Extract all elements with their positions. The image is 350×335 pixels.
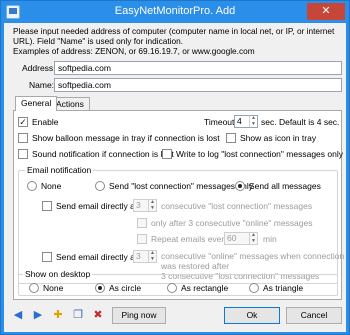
intro-line-1: Please input needed address of computer … (13, 26, 335, 46)
timeout-arrows-icon[interactable]: ▲ ▼ (249, 115, 257, 127)
email-none-label: None (41, 181, 62, 191)
repeat-spinner[interactable]: 60 ▲ ▼ (224, 232, 258, 245)
repeat-value: 60 (227, 233, 237, 243)
timeout-hint: sec. Default is 4 sec. (261, 117, 340, 127)
add-icon[interactable]: ✚ (50, 307, 66, 323)
intro-line-2: Examples of address: ZENON, or 69.16.19.… (13, 46, 255, 56)
write-log-label: Write to log "lost connection" messages … (176, 149, 343, 159)
only-after-label: only after 3 consecutive "online" messag… (151, 218, 313, 228)
repeat-label: Repeat emails every (151, 234, 229, 244)
send-after-restored-spinner[interactable]: 3 ▲ ▼ (133, 250, 157, 263)
cancel-button[interactable]: Cancel (286, 307, 342, 324)
tray-icon-checkbox[interactable] (226, 133, 236, 143)
address-label: Address: (22, 63, 56, 73)
send-after-restored-checkbox[interactable] (42, 252, 52, 262)
only-after-checkbox[interactable] (137, 218, 147, 228)
timeout-label: Timeout: (204, 117, 237, 127)
desktop-none-label: None (43, 283, 64, 293)
intro-text: Please input needed address of computer … (13, 26, 343, 56)
dialog-window: EasyNetMonitorPro. Add ✕ Please input ne… (0, 0, 350, 335)
timeout-value: 4 (237, 116, 242, 126)
repeat-arrows-icon[interactable]: ▲ ▼ (249, 232, 257, 244)
dialog-client: Please input needed address of computer … (4, 23, 346, 332)
desktop-triangle-radio[interactable] (249, 283, 259, 293)
desktop-circle-label: As circle (109, 283, 142, 293)
desktop-triangle-label: As triangle (263, 283, 304, 293)
general-tab-panel: ✓ Enable Timeout: 4 ▲ ▼ sec. Default is 4… (13, 110, 344, 300)
send-after-spinner[interactable]: 3 ▲ ▼ (133, 199, 157, 212)
enable-label: Enable (32, 117, 59, 127)
email-notification-group: Email notification None Send "lost conne… (18, 165, 344, 284)
window-title: EasyNetMonitorPro. Add (114, 5, 236, 17)
repeat-unit: min (263, 234, 277, 244)
send-after-value: 3 (136, 200, 141, 210)
restored-suffix-line-2: was restored after (161, 261, 230, 271)
timeout-spinner[interactable]: 4 ▲ ▼ (234, 115, 258, 128)
email-all-label: Send all messages (249, 181, 321, 191)
tab-general[interactable]: General (15, 96, 58, 111)
desktop-circle-radio[interactable] (95, 283, 105, 293)
name-input[interactable]: softpedia.com (54, 78, 342, 92)
balloon-label: Show balloon message in tray if connecti… (32, 133, 220, 143)
desktop-group: Show on desktop None As circle As rectan… (18, 269, 338, 296)
window-close-button[interactable]: ✕ (307, 3, 345, 20)
balloon-checkbox[interactable] (18, 133, 28, 143)
restored-suffix-line-1: consecutive "online" messages when conne… (161, 251, 345, 261)
next-arrow-icon[interactable]: ▶ (30, 307, 46, 323)
sound-checkbox[interactable] (18, 149, 28, 159)
prev-arrow-icon[interactable]: ◀ (10, 307, 26, 323)
title-bar[interactable]: EasyNetMonitorPro. Add ✕ (1, 1, 349, 23)
email-lost-only-radio[interactable] (95, 181, 105, 191)
name-label: Name: (29, 80, 55, 90)
tray-icon-label: Show as icon in tray (240, 133, 317, 143)
desktop-group-title: Show on desktop (23, 269, 93, 279)
email-lost-only-label: Send "lost connection" messages only (109, 181, 254, 191)
send-after-restored-value: 3 (136, 251, 141, 261)
address-input[interactable]: softpedia.com (54, 61, 342, 75)
sound-label: Sound notification if connection is lost (32, 149, 174, 159)
enable-checkbox[interactable]: ✓ (18, 117, 28, 127)
send-after-suffix: consecutive "lost connection" messages (161, 201, 313, 211)
desktop-rectangle-label: As rectangle (181, 283, 229, 293)
desktop-rectangle-radio[interactable] (167, 283, 177, 293)
copy-icon[interactable]: ❐ (70, 307, 86, 323)
email-group-title: Email notification (25, 165, 94, 175)
repeat-checkbox[interactable] (137, 234, 147, 244)
send-after-arrows-icon[interactable]: ▲ ▼ (148, 199, 156, 211)
email-all-radio[interactable] (235, 181, 245, 191)
email-none-radio[interactable] (27, 181, 37, 191)
desktop-none-radio[interactable] (29, 283, 39, 293)
send-after-restored-arrows-icon[interactable]: ▲ ▼ (148, 250, 156, 262)
ping-now-button[interactable]: Ping now (112, 307, 166, 324)
send-after-checkbox[interactable] (42, 201, 52, 211)
delete-icon[interactable]: ✖ (90, 307, 106, 323)
ok-button[interactable]: Ok (224, 307, 280, 324)
write-log-checkbox[interactable] (162, 149, 172, 159)
